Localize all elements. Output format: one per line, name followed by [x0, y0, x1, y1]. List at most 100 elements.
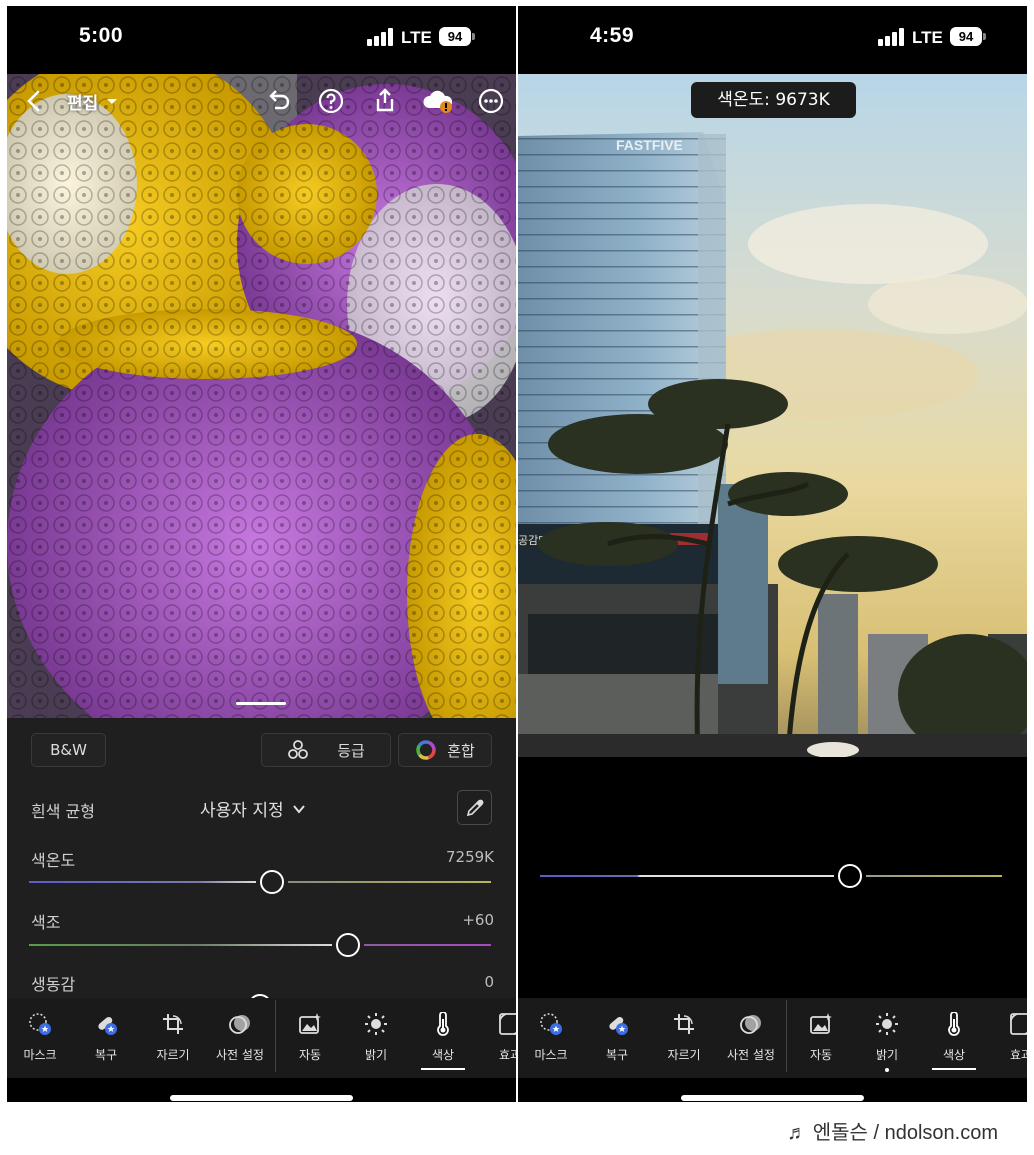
- tool-label: 복구: [605, 1048, 629, 1062]
- tool-heal[interactable]: 복구: [73, 998, 139, 1076]
- cloud-warning-icon[interactable]: [421, 86, 457, 116]
- tool-label: 마스크: [534, 1048, 568, 1062]
- color-thermometer-icon: [437, 1012, 449, 1036]
- temperature-slider[interactable]: [540, 864, 1002, 888]
- edit-topbar: 편집: [7, 74, 516, 130]
- battery-icon: 94: [439, 27, 471, 46]
- mask-icon: [29, 1013, 51, 1035]
- tint-value: +60: [462, 911, 494, 929]
- tool-auto[interactable]: 자동: [277, 998, 343, 1076]
- tool-crop[interactable]: 자르기: [651, 998, 717, 1076]
- network-label: LTE: [401, 28, 432, 47]
- mix-button[interactable]: 혼합: [398, 733, 492, 767]
- tool-label: 사전 설정: [216, 1048, 264, 1062]
- bottom-toolbar: 마스크 복구 자르기 사전 설정 자동 밝기 색상 효과: [7, 998, 516, 1078]
- temperature-track-left: [540, 875, 834, 877]
- white-balance-value: 사용자 지정: [200, 801, 284, 821]
- building-image: FASTFIVE 공감마취통증의학과의원: [518, 132, 1027, 757]
- signal-icon: [878, 28, 906, 46]
- tint-slider-knob[interactable]: [335, 933, 360, 957]
- presets-icon: [740, 1015, 761, 1034]
- temperature-slider-knob[interactable]: [259, 870, 284, 894]
- edit-mode-title[interactable]: 편집: [67, 89, 98, 114]
- bw-label: B&W: [50, 741, 87, 759]
- tint-track-right: [363, 944, 491, 946]
- modified-dot: [885, 1068, 889, 1072]
- status-time: 5:00: [79, 24, 124, 47]
- crop-icon: [674, 1014, 694, 1034]
- tool-heal[interactable]: 복구: [584, 998, 650, 1076]
- heal-icon: [98, 1016, 117, 1035]
- color-panel: B&W 등급 혼합 흰색 균형 사용자 지정 색온도 7259K 색조 +60 …: [7, 718, 516, 1018]
- tool-mask[interactable]: 마스크: [7, 998, 73, 1076]
- tool-label: 밝기: [875, 1048, 899, 1062]
- battery-tip: [983, 33, 986, 40]
- tool-presets[interactable]: 사전 설정: [718, 998, 784, 1076]
- tool-light[interactable]: 밝기: [854, 998, 920, 1076]
- tool-color[interactable]: 색상: [921, 998, 987, 1076]
- photo-flowers[interactable]: [7, 74, 516, 718]
- temperature-label: 색온도: [31, 851, 76, 870]
- status-bar: 4:59 LTE 94: [518, 6, 1027, 74]
- tint-label: 색조: [31, 913, 61, 932]
- tool-label: 자동: [298, 1048, 322, 1062]
- tool-effects[interactable]: 효과: [477, 998, 516, 1076]
- battery-icon: 94: [950, 27, 982, 46]
- phone-right: 4:59 LTE 94 FASTFIVE 공감마취: [518, 6, 1027, 1102]
- mask-icon: [540, 1013, 562, 1035]
- tool-label: 밝기: [364, 1048, 388, 1062]
- temperature-slider-knob[interactable]: [837, 864, 862, 888]
- tool-light[interactable]: 밝기: [343, 998, 409, 1076]
- eyedropper-button[interactable]: [457, 790, 492, 825]
- white-balance-dropdown[interactable]: 사용자 지정: [200, 796, 306, 821]
- photo-building[interactable]: FASTFIVE 공감마취통증의학과의원: [518, 74, 1027, 757]
- signal-icon: [367, 28, 395, 46]
- tool-effects[interactable]: 효과: [988, 998, 1027, 1076]
- building-sign-text: FASTFIVE: [616, 137, 683, 153]
- undo-icon[interactable]: [263, 86, 293, 116]
- flowers-image: [7, 74, 516, 718]
- eyedropper-icon: [466, 799, 483, 816]
- chevron-down-icon[interactable]: [105, 94, 119, 108]
- crop-icon: [163, 1014, 183, 1034]
- help-icon[interactable]: [316, 86, 346, 116]
- tool-presets[interactable]: 사전 설정: [207, 998, 273, 1076]
- share-icon[interactable]: [370, 86, 400, 116]
- tool-label: 복구: [94, 1048, 118, 1062]
- temperature-track-right: [865, 875, 1002, 877]
- status-bar: 5:00 LTE 94: [7, 6, 516, 74]
- mix-label: 혼합: [447, 741, 475, 760]
- active-tool-underline: [932, 1068, 976, 1070]
- tool-color[interactable]: 색상: [410, 998, 476, 1076]
- tool-auto[interactable]: 자동: [788, 998, 854, 1076]
- bw-button[interactable]: B&W: [31, 733, 106, 767]
- white-balance-label: 흰색 균형: [31, 802, 95, 821]
- tint-track-left: [29, 944, 332, 946]
- tool-label: 색상: [431, 1048, 455, 1062]
- grade-button[interactable]: 등급: [261, 733, 391, 767]
- back-chevron-icon[interactable]: [19, 86, 49, 116]
- tool-label: 효과: [498, 1048, 516, 1062]
- tool-label: 효과: [1009, 1048, 1027, 1062]
- home-indicator: [170, 1095, 353, 1101]
- more-icon[interactable]: [476, 86, 506, 116]
- panel-handle[interactable]: [236, 702, 286, 705]
- vibrance-label: 생동감: [31, 975, 76, 994]
- active-tool-underline: [421, 1068, 465, 1070]
- tool-mask[interactable]: 마스크: [518, 998, 584, 1076]
- network-label: LTE: [912, 28, 943, 47]
- grade-circles-icon: [288, 740, 309, 759]
- temperature-slider[interactable]: [29, 870, 491, 894]
- effects-icon: [1010, 1013, 1027, 1035]
- tool-label: 자르기: [156, 1048, 190, 1062]
- color-wheel-icon: [416, 740, 436, 760]
- chevron-down-icon: [292, 804, 305, 814]
- light-icon: [876, 1013, 898, 1035]
- temperature-track-right: [287, 881, 491, 883]
- vibrance-value: 0: [484, 973, 494, 991]
- auto-icon: [299, 1013, 321, 1034]
- tool-crop[interactable]: 자르기: [140, 998, 206, 1076]
- home-indicator: [681, 1095, 864, 1101]
- color-thermometer-icon: [948, 1012, 960, 1036]
- tint-slider[interactable]: [29, 933, 491, 957]
